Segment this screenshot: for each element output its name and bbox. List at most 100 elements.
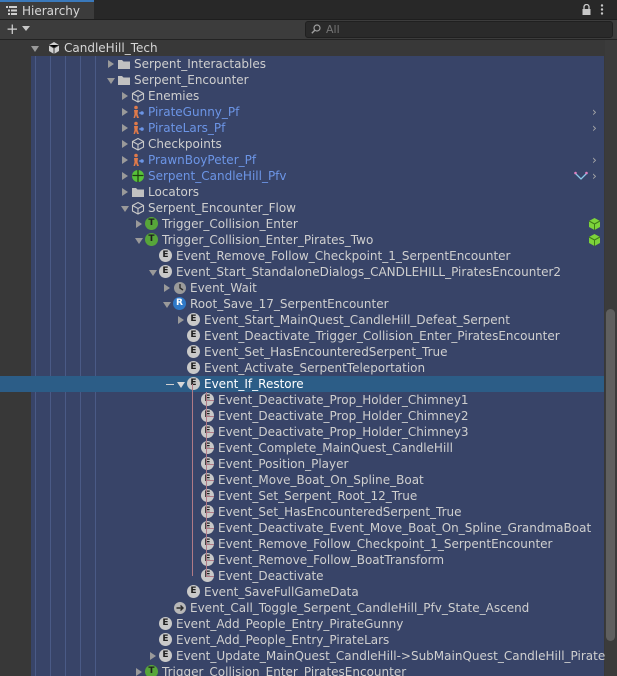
tree-row[interactable]: T Trigger_Collision_Enter (0, 216, 604, 232)
tree-row-label: Event_Update_MainQuest_CandleHill->SubMa… (176, 649, 617, 663)
tree-row[interactable]: E Event_Set_HasEncounteredSerpent_True (0, 504, 604, 520)
event-node-icon: E (187, 329, 200, 342)
tree-row[interactable]: R Root_Save_17_SerpentEncounter (0, 296, 604, 312)
expand-arrow-open-icon[interactable] (163, 302, 171, 308)
tree-row-label: Event_Wait (190, 281, 257, 295)
tree-row[interactable]: E Event_Add_People_Entry_PirateGunny (0, 616, 604, 632)
tree-row[interactable]: E Event_Activate_SerpentTeleportation (0, 360, 604, 376)
add-button[interactable]: + (6, 20, 19, 39)
tree-row[interactable]: Event_Call_Toggle_Serpent_CandleHill_Pfv… (0, 600, 604, 616)
expand-arrow-open-icon[interactable] (121, 206, 129, 212)
tree-row-label: Event_Move_Boat_On_Spline_Boat (218, 473, 424, 487)
tree-row[interactable]: E Event_Add_People_Entry_PirateLars (0, 632, 604, 648)
collider-cube-icon (588, 218, 601, 230)
window-tab-bar: Hierarchy (0, 0, 617, 20)
add-dropdown-caret-icon[interactable] (22, 26, 30, 31)
tree-row[interactable]: E Event_Remove_Follow_Checkpoint_1_Serpen… (0, 536, 604, 552)
tree-row-label: Event_Deactivate_Prop_Holder_Chimney3 (218, 425, 469, 439)
expand-arrow-closed-icon[interactable] (122, 124, 128, 132)
tree-row[interactable]: Locators (0, 184, 604, 200)
collider-cube-icon (588, 234, 601, 246)
expand-arrow-open-icon[interactable] (177, 382, 185, 388)
tree-row[interactable]: Serpent_Encounter (0, 72, 604, 88)
tree-row-label: Root_Save_17_SerpentEncounter (190, 297, 389, 311)
tree-row[interactable]: E Event_Start_StandaloneDialogs_CANDLEHIL… (0, 264, 604, 280)
expand-arrow-closed-icon[interactable] (122, 172, 128, 180)
tree-row[interactable]: E Event_Start_MainQuest_CandleHill_Defeat… (0, 312, 604, 328)
event-node-icon: E (187, 345, 200, 358)
expand-arrow-closed-icon[interactable] (178, 316, 184, 324)
tree-row-label: Event_Activate_SerpentTeleportation (204, 361, 426, 375)
tree-row[interactable]: Serpent_Interactables (0, 56, 604, 72)
tree-row-selected[interactable]: E Event_If_Restore (0, 376, 604, 392)
unity-scene-icon (48, 42, 60, 54)
tree-row[interactable]: E Event_Deactivate_Event_Move_Boat_On_Spl… (0, 520, 604, 536)
expand-arrow-closed-icon[interactable] (122, 92, 128, 100)
tree-row[interactable]: T Trigger_Collision_Enter_PiratesEncounte… (0, 664, 604, 676)
tree-row[interactable]: E Event_Set_HasEncounteredSerpent_True (0, 344, 604, 360)
tree-row[interactable]: E Event_Deactivate_Prop_Holder_Chimney1 (0, 392, 604, 408)
expand-arrow-closed-icon[interactable] (122, 156, 128, 164)
tab-hierarchy[interactable]: Hierarchy (0, 0, 94, 19)
search-input[interactable] (326, 22, 606, 37)
trigger-node-icon: T (145, 233, 158, 246)
expand-arrow-open-icon[interactable] (135, 238, 143, 244)
tree-row[interactable]: PirateLars_Pf › (0, 120, 604, 136)
tree-row[interactable]: PrawnBoyPeter_Pf › (0, 152, 604, 168)
open-prefab-chevron-icon[interactable]: › (592, 169, 597, 183)
hierarchy-tree[interactable]: CandleHill_Tech Serpent_Interactables Serp… (0, 40, 617, 676)
prefab-character-icon (133, 121, 144, 134)
tree-row[interactable]: E Event_Set_Serpent_Root_12_True (0, 488, 604, 504)
folder-icon (118, 76, 130, 85)
tree-row[interactable]: E Event_Position_Player (0, 456, 604, 472)
expand-arrow-open-icon[interactable] (31, 46, 39, 52)
tree-row[interactable]: Event_Wait (0, 280, 604, 296)
expand-arrow-open-icon[interactable] (107, 78, 115, 84)
tree-row[interactable]: Checkpoints (0, 136, 604, 152)
expand-arrow-closed-icon[interactable] (136, 220, 142, 228)
call-arrow-icon (174, 602, 186, 614)
expand-arrow-closed-icon[interactable] (136, 668, 142, 676)
branch-connector (206, 544, 214, 545)
lock-icon[interactable] (582, 4, 591, 15)
tree-row[interactable]: E Event_Deactivate_Prop_Holder_Chimney3 (0, 424, 604, 440)
expand-arrow-closed-icon[interactable] (122, 188, 128, 196)
scrollbar-thumb[interactable] (606, 309, 615, 641)
open-prefab-chevron-icon[interactable]: › (592, 105, 597, 119)
tree-row[interactable]: Serpent_Encounter_Flow (0, 200, 604, 216)
kebab-menu-icon[interactable] (600, 4, 604, 15)
expand-arrow-open-icon[interactable] (149, 270, 157, 276)
expand-arrow-closed-icon[interactable] (122, 140, 128, 148)
tree-row-label: Event_SaveFullGameData (204, 585, 359, 599)
gameobject-cube-icon (131, 137, 145, 151)
tree-row[interactable]: E Event_Remove_Follow_Checkpoint_1_Serpen… (0, 248, 604, 264)
tree-row[interactable]: E Event_Complete_MainQuest_CandleHill (0, 440, 604, 456)
tree-row[interactable]: CandleHill_Tech (0, 40, 604, 56)
tree-row[interactable]: E Event_SaveFullGameData (0, 584, 604, 600)
tree-row-label: Event_Set_HasEncounteredSerpent_True (204, 345, 448, 359)
tree-row[interactable]: E Event_Remove_Follow_BoatTransform (0, 552, 604, 568)
tree-row[interactable]: E Event_Update_MainQuest_CandleHill->SubM… (0, 648, 617, 664)
tree-row-label: Serpent_Encounter_Flow (148, 201, 296, 215)
expand-arrow-closed-icon[interactable] (150, 652, 156, 660)
root-node-icon: R (173, 297, 186, 310)
tree-row[interactable]: E Event_Deactivate (0, 568, 604, 584)
open-prefab-chevron-icon[interactable]: › (592, 153, 597, 167)
branch-connector (206, 464, 214, 465)
tree-row[interactable]: Enemies (0, 88, 604, 104)
expand-arrow-closed-icon[interactable] (164, 284, 170, 292)
branch-connector (166, 384, 174, 385)
tree-row-label: Serpent_CandleHill_Pfv (148, 169, 287, 183)
tree-row[interactable]: E Event_Move_Boat_On_Spline_Boat (0, 472, 604, 488)
tree-row[interactable]: Serpent_CandleHill_Pfv › (0, 168, 604, 184)
tree-row[interactable]: E Event_Deactivate_Prop_Holder_Chimney2 (0, 408, 604, 424)
expand-arrow-closed-icon[interactable] (108, 60, 114, 68)
expand-arrow-closed-icon[interactable] (122, 108, 128, 116)
open-prefab-chevron-icon[interactable]: › (592, 121, 597, 135)
tree-row[interactable]: PirateGunny_Pf › (0, 104, 604, 120)
prefab-variant-icon (132, 170, 144, 182)
tree-row[interactable]: E Event_Deactivate_Trigger_Collision_Ente… (0, 328, 604, 344)
search-field[interactable] (305, 21, 613, 38)
tree-row[interactable]: T Trigger_Collision_Enter_Pirates_Two (0, 232, 604, 248)
event-node-icon: E (159, 617, 172, 630)
